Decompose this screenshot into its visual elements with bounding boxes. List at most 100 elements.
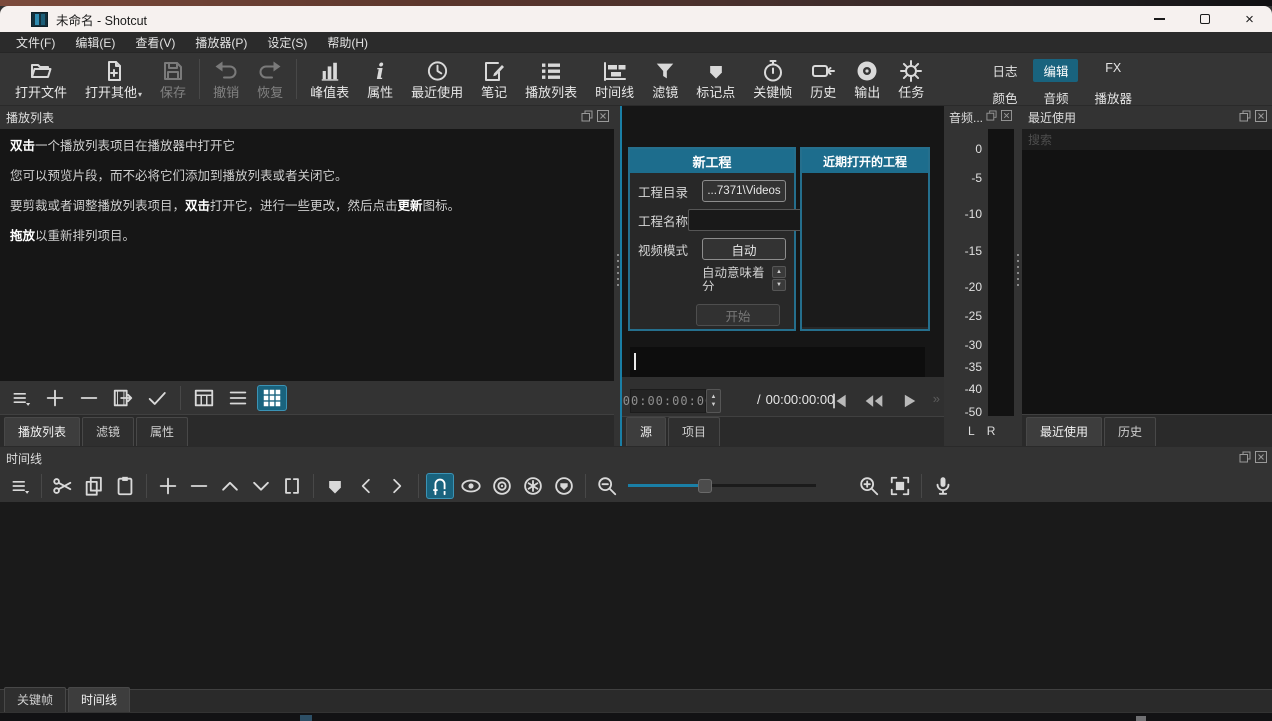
float-panel-icon[interactable] [1239,110,1251,122]
markers-button[interactable]: 标记点 [687,57,744,102]
notes-button[interactable]: 笔记 [472,57,516,102]
timecode-spinner[interactable]: ▲▼ [706,389,721,413]
timeline-menu-button[interactable] [6,473,34,499]
menu-settings[interactable]: 设定(S) [257,32,317,53]
splitter-right[interactable] [1014,106,1022,446]
tab-recent[interactable]: 最近使用 [1026,417,1102,446]
recent-files-list[interactable] [1022,150,1272,414]
tab-project[interactable]: 项目 [668,417,720,446]
tab-filters[interactable]: 滤镜 [82,417,134,446]
menu-edit[interactable]: 编辑(E) [65,32,125,53]
menu-help[interactable]: 帮助(H) [317,32,378,53]
redo-button[interactable]: 恢复 [248,57,292,102]
history-button[interactable]: 历史 [801,57,845,102]
timeline-zoom-slider[interactable] [628,476,816,496]
paste-button[interactable] [111,473,139,499]
tab-timeline[interactable]: 时间线 [68,687,130,712]
open-other-button[interactable]: 打开其他▾ [76,57,151,104]
zoom-in-button[interactable] [855,473,883,499]
zoom-fit-button[interactable] [886,473,914,499]
cut-button[interactable] [49,473,77,499]
close-panel-icon[interactable] [1255,110,1267,122]
playlist-open-clip-button[interactable] [108,385,138,411]
playlist-add-button[interactable] [40,385,70,411]
rewind-button[interactable] [862,389,885,412]
timeline-button[interactable]: 时间线 [586,57,643,102]
toolbar-separator [296,59,297,99]
zoom-out-button[interactable] [593,473,621,499]
record-audio-button[interactable] [929,473,957,499]
zoom-slider-handle[interactable] [698,479,712,493]
marker-button[interactable] [321,473,349,499]
titlebar[interactable]: 未命名 - Shotcut × [0,6,1272,32]
timeline-tracks-area[interactable] [0,502,1272,689]
project-folder-button[interactable]: ...7371\Videos [702,180,786,202]
menu-player[interactable]: 播放器(P) [185,32,257,53]
float-panel-icon[interactable] [1239,451,1251,463]
video-mode-button[interactable]: 自动 [702,238,786,260]
tab-playlist[interactable]: 播放列表 [4,417,80,446]
filters-button[interactable]: 滤镜 [643,57,687,102]
maximize-button[interactable] [1182,6,1227,32]
menu-file[interactable]: 文件(F) [6,32,65,53]
view-details-button[interactable] [189,385,219,411]
recent-projects-list[interactable] [802,173,928,327]
tab-keyframes[interactable]: 关键帧 [4,687,66,712]
properties-button[interactable]: i 属性 [358,57,402,102]
export-button[interactable]: 输出 [845,57,889,102]
skip-to-start-button[interactable] [827,389,850,412]
position-timecode-input[interactable]: 00:00:00:00 [630,389,706,413]
peak-meter-button[interactable]: 峰值表 [301,57,358,102]
close-panel-icon[interactable] [1255,451,1267,463]
scroll-down-icon[interactable]: ▼ [772,279,786,291]
ripple-button[interactable] [488,473,516,499]
view-icons-button[interactable] [257,385,287,411]
history-icon [810,59,836,83]
toolbar-overflow-icon[interactable]: » [933,391,940,406]
playlist-update-button[interactable] [142,385,172,411]
lift-button[interactable] [216,473,244,499]
append-button[interactable] [154,473,182,499]
main-toolbar: 打开文件 打开其他▾ 保存 撤销 恢复 峰值表 [0,53,1272,106]
seek-bar[interactable] [630,347,925,377]
split-button[interactable] [278,473,306,499]
tab-source[interactable]: 源 [626,417,666,446]
playlist-button[interactable]: 播放列表 [516,57,586,102]
undo-button[interactable]: 撤销 [204,57,248,102]
tab-properties[interactable]: 属性 [136,417,188,446]
start-button[interactable]: 开始 [696,304,780,326]
play-button[interactable] [897,389,920,412]
tab-history[interactable]: 历史 [1104,417,1156,446]
recent-search-input[interactable]: 搜索 [1022,129,1272,150]
ripple-all-tracks-button[interactable] [519,473,547,499]
previous-marker-button[interactable] [352,473,380,499]
scrub-while-dragging-button[interactable] [457,473,485,499]
layout-fx-button[interactable]: FX [1095,59,1131,82]
snap-button[interactable] [426,473,454,499]
ripple-delete-button[interactable] [185,473,213,499]
float-panel-icon[interactable] [581,110,593,122]
close-button[interactable]: × [1227,6,1272,32]
playlist-menu-button[interactable] [6,385,36,411]
menu-view[interactable]: 查看(V) [125,32,185,53]
layout-logging-button[interactable]: 日志 [982,59,1027,82]
close-panel-icon[interactable] [597,110,609,122]
next-marker-button[interactable] [383,473,411,499]
recent-button[interactable]: 最近使用 [402,57,472,102]
float-panel-icon[interactable] [986,110,997,121]
playlist-remove-button[interactable] [74,385,104,411]
keyframes-button[interactable]: 关键帧 [744,57,801,102]
ripple-markers-button[interactable] [550,473,578,499]
overwrite-button[interactable] [247,473,275,499]
minimize-button[interactable] [1137,6,1182,32]
timeline-icon [602,59,628,83]
layout-editing-button[interactable]: 编辑 [1033,59,1078,82]
view-tiles-button[interactable] [223,385,253,411]
save-button[interactable]: 保存 [151,57,195,102]
scroll-up-icon[interactable]: ▲ [772,266,786,278]
copy-button[interactable] [80,473,108,499]
splitter-left[interactable] [614,106,622,446]
jobs-button[interactable]: 任务 [889,57,933,102]
close-panel-icon[interactable] [1001,110,1012,121]
open-file-button[interactable]: 打开文件 [6,57,76,102]
